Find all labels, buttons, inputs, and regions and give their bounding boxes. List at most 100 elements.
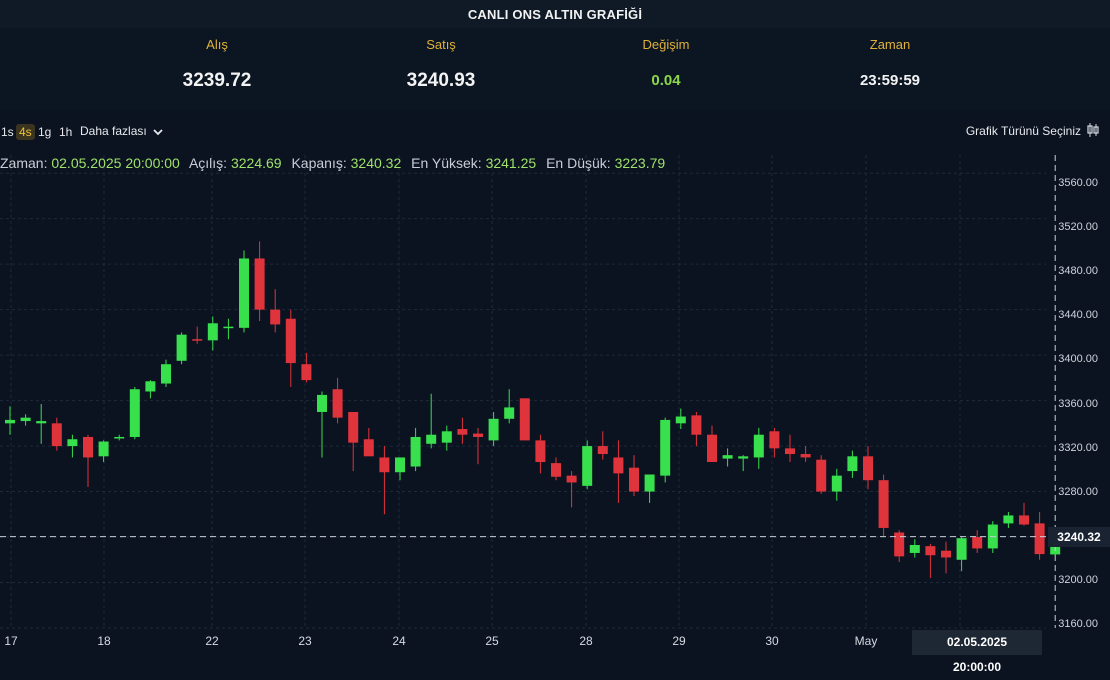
candle-body bbox=[239, 258, 249, 328]
bid-label: Alış bbox=[206, 37, 228, 52]
candle-body bbox=[660, 419, 671, 476]
candle-body bbox=[67, 439, 78, 447]
timeframe-1h[interactable]: 1h bbox=[56, 124, 75, 140]
legend-low-label: En Düşük: bbox=[546, 155, 611, 171]
ask-value: 3240.93 bbox=[406, 70, 476, 91]
timeframe-1s[interactable]: 1s bbox=[0, 124, 17, 140]
candle-body bbox=[379, 457, 390, 473]
timeframe-4s[interactable]: 4s bbox=[16, 124, 35, 140]
candle-body bbox=[129, 389, 140, 437]
candle-body bbox=[254, 258, 265, 310]
candle-body bbox=[83, 436, 93, 458]
legend-open-label: Açılış: bbox=[188, 155, 228, 171]
y-tick-label: 3400.00 bbox=[1058, 353, 1098, 365]
candle-body bbox=[909, 544, 920, 553]
x-tick-label: 17 bbox=[4, 634, 18, 648]
candle-body bbox=[644, 474, 655, 492]
y-tick-label: 3560.00 bbox=[1058, 177, 1098, 189]
y-tick-label: 3520.00 bbox=[1058, 221, 1098, 233]
candle-body bbox=[738, 456, 749, 459]
candle-body bbox=[51, 423, 62, 447]
candle-body bbox=[114, 436, 125, 439]
candlestick-icon[interactable] bbox=[1086, 122, 1100, 138]
y-tick-label: 3200.00 bbox=[1058, 574, 1098, 586]
candle-body bbox=[785, 448, 795, 455]
candle-body bbox=[925, 546, 936, 556]
candle-body bbox=[1034, 523, 1045, 555]
x-tick-label: 22 bbox=[205, 634, 219, 648]
candle-body bbox=[504, 407, 515, 419]
candle-body bbox=[161, 364, 171, 384]
candle-body bbox=[535, 440, 546, 462]
candle-body bbox=[207, 323, 218, 341]
candle-body bbox=[1003, 515, 1014, 524]
x-tick-label: 25 bbox=[485, 634, 499, 648]
candle-body bbox=[519, 398, 530, 441]
candle-body bbox=[285, 318, 296, 364]
candle-body bbox=[816, 459, 827, 492]
candle-body bbox=[863, 456, 873, 481]
y-tick-label: 3320.00 bbox=[1058, 442, 1098, 454]
candle-body bbox=[395, 457, 405, 473]
candle-body bbox=[270, 309, 281, 325]
legend-close-label: Kapanış: bbox=[291, 155, 347, 171]
candle-body bbox=[36, 421, 47, 424]
x-tick-label: 29 bbox=[672, 634, 686, 648]
candle-body bbox=[629, 467, 639, 492]
y-tick-label: 3360.00 bbox=[1058, 398, 1098, 410]
ohlc-legend: Zaman: 02.05.2025 20:00:00 Açılış: 3224.… bbox=[0, 155, 671, 171]
candle-body bbox=[20, 417, 31, 422]
more-timeframes-label: Daha fazlası bbox=[80, 124, 147, 138]
crosshair-time: 20:00:00 bbox=[952, 660, 1002, 674]
more-timeframes-dropdown[interactable]: Daha fazlası bbox=[80, 124, 163, 138]
candle-body bbox=[348, 411, 359, 443]
candle-body bbox=[566, 475, 577, 483]
candle-body bbox=[301, 364, 312, 381]
chevron-down-icon bbox=[153, 129, 163, 136]
candle-body bbox=[1019, 515, 1029, 525]
candle-body bbox=[722, 455, 733, 459]
timeframe-1g[interactable]: 1g bbox=[35, 124, 54, 140]
y-tick-label: 3480.00 bbox=[1058, 265, 1098, 277]
bid-value: 3239.72 bbox=[182, 70, 252, 91]
candle-body bbox=[441, 431, 452, 443]
candle-body bbox=[941, 550, 951, 558]
candle-body bbox=[363, 439, 374, 457]
candle-body bbox=[98, 441, 109, 457]
x-tick-label: 30 bbox=[765, 634, 779, 648]
candle-body bbox=[769, 431, 780, 449]
ask-label: Satış bbox=[426, 37, 456, 52]
x-tick-label: 28 bbox=[579, 634, 593, 648]
legend-open-value: 3224.69 bbox=[230, 155, 282, 171]
change-label: Değişim bbox=[642, 37, 690, 52]
candle-body bbox=[956, 538, 967, 560]
candle-body bbox=[488, 418, 499, 441]
candle-body bbox=[582, 446, 593, 486]
crosshair-date: 02.05.2025 bbox=[946, 635, 1008, 649]
time-label: Zaman bbox=[869, 37, 911, 52]
candle-body bbox=[831, 475, 842, 492]
time-value: 23:59:59 bbox=[859, 72, 921, 89]
chart-toolbar: 1s 4s 1g 1h Daha fazlası Grafik Türünü S… bbox=[0, 110, 1110, 154]
x-tick-label: 23 bbox=[298, 634, 312, 648]
candle-body bbox=[894, 532, 905, 557]
candle-body bbox=[551, 463, 561, 477]
legend-low-value: 3223.79 bbox=[614, 155, 666, 171]
candle-body bbox=[457, 429, 468, 435]
candle-body bbox=[675, 416, 686, 424]
candle-body bbox=[878, 480, 889, 528]
candle-body bbox=[613, 457, 624, 474]
y-tick-label: 3280.00 bbox=[1058, 486, 1098, 498]
candle-body bbox=[5, 419, 15, 424]
x-tick-label: 24 bbox=[392, 634, 406, 648]
candle-body bbox=[473, 433, 483, 437]
chart-type-selector[interactable]: Grafik Türünü Seçiniz bbox=[966, 124, 1081, 138]
x-tick-label: 18 bbox=[97, 634, 111, 648]
crosshair-time-label: 02.05.2025 20:00:00 bbox=[912, 630, 1042, 674]
candle-body bbox=[145, 381, 156, 392]
legend-high-value: 3241.25 bbox=[485, 155, 537, 171]
candle-body bbox=[317, 394, 327, 412]
candle-body bbox=[192, 339, 203, 341]
candle-body bbox=[753, 434, 764, 458]
y-tick-label: 3160.00 bbox=[1058, 618, 1098, 630]
